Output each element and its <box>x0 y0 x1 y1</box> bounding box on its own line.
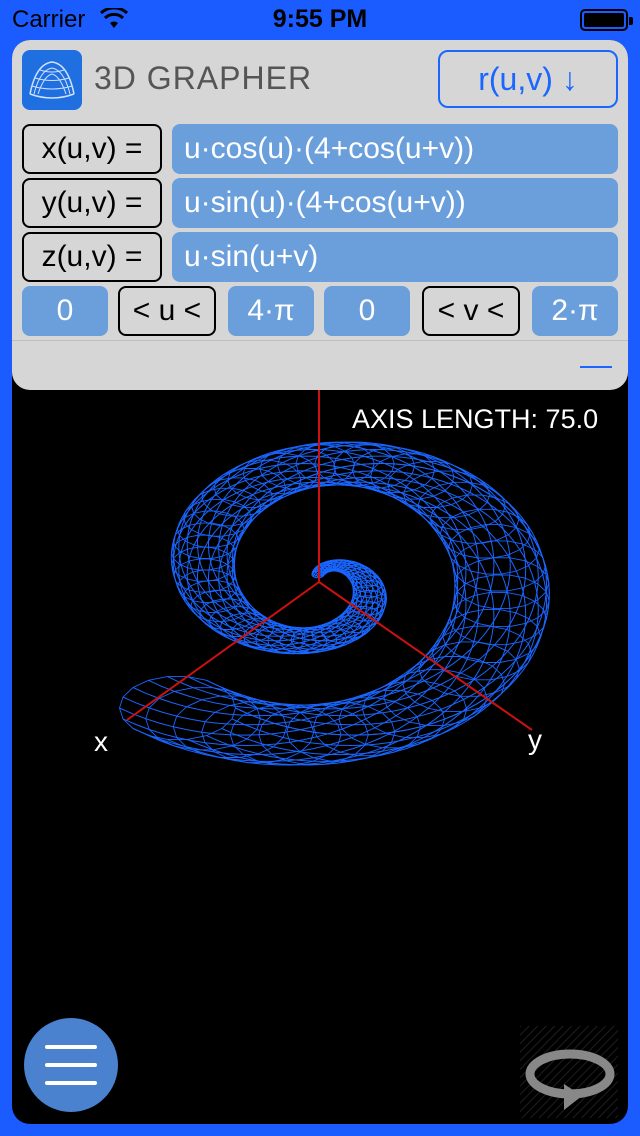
equation-row-y: y(u,v) = u·sin(u)·(4+cos(u+v)) <box>22 178 618 228</box>
z-label-button[interactable]: z(u,v) = <box>22 232 162 282</box>
y-axis-label: y <box>528 724 542 755</box>
x-expression-field[interactable]: u·cos(u)·(4+cos(u+v)) <box>172 124 618 174</box>
equation-row-x: x(u,v) = u·cos(u)·(4+cos(u+v)) <box>22 124 618 174</box>
parameter-ranges: 0 < u < 4·π 0 < v < 2·π <box>22 286 618 336</box>
spiral-surface-wireframe <box>119 441 550 766</box>
rotate-icon[interactable] <box>520 1026 618 1118</box>
minus-icon[interactable] <box>580 366 612 368</box>
u-range-label[interactable]: < u < <box>118 286 216 336</box>
equation-row-z: z(u,v) = u·sin(u+v) <box>22 232 618 282</box>
u-min-field[interactable]: 0 <box>22 286 108 336</box>
v-range-label[interactable]: < v < <box>422 286 520 336</box>
surface-plot-icon[interactable] <box>22 50 82 110</box>
x-label-button[interactable]: x(u,v) = <box>22 124 162 174</box>
hamburger-icon <box>45 1045 97 1049</box>
panel-divider <box>12 340 628 341</box>
app-title: 3D GRAPHER <box>94 60 313 96</box>
z-expression-field[interactable]: u·sin(u+v) <box>172 232 618 282</box>
x-axis-label: x <box>94 726 108 757</box>
v-min-field[interactable]: 0 <box>324 286 410 336</box>
hamburger-icon-bar <box>45 1081 97 1085</box>
v-max-field[interactable]: 2·π <box>532 286 618 336</box>
y-label-button[interactable]: y(u,v) = <box>22 178 162 228</box>
menu-button[interactable] <box>24 1018 118 1112</box>
mode-dropdown-button[interactable]: r(u,v) ↓ <box>438 50 618 108</box>
y-expression-field[interactable]: u·sin(u)·(4+cos(u+v)) <box>172 178 618 228</box>
axis-length-label: AXIS LENGTH: 75.0 <box>352 404 599 434</box>
status-bar: Carrier 9:55 PM <box>0 0 640 40</box>
hamburger-icon-bar <box>45 1063 97 1067</box>
clock: 9:55 PM <box>272 5 368 33</box>
equation-panel: 3D GRAPHER r(u,v) ↓ x(u,v) = u·cos(u)·(4… <box>12 40 628 390</box>
u-max-field[interactable]: 4·π <box>228 286 314 336</box>
battery-icon <box>580 9 633 31</box>
